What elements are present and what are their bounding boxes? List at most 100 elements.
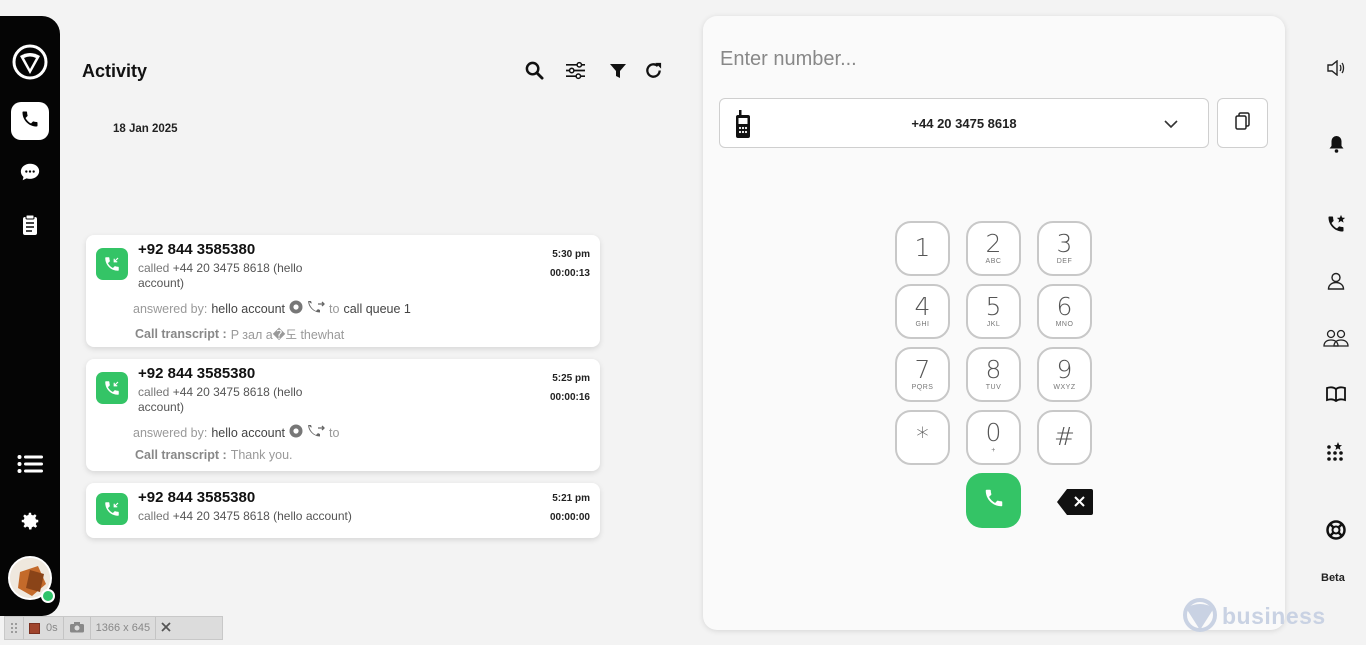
adjust-button[interactable] <box>564 61 586 85</box>
caller-number: +92 844 3585380 <box>138 241 256 258</box>
call-duration: 00:00:13 <box>549 268 590 279</box>
key-6[interactable]: 6 MNO <box>1037 284 1092 339</box>
call-log-item[interactable]: +92 844 3585380 called +44 20 3475 8618 … <box>86 235 600 347</box>
phone-star-icon <box>1326 214 1346 239</box>
date-header: 18 Jan 2025 <box>113 123 178 135</box>
brand-watermark: business <box>1180 598 1326 638</box>
bell-icon <box>1328 135 1345 158</box>
nav-phone-button[interactable] <box>11 102 49 140</box>
call-log-item[interactable]: +92 844 3585380 called +44 20 3475 8618 … <box>86 483 600 538</box>
key-3[interactable]: 3 DEF <box>1037 221 1092 276</box>
key-star[interactable]: * <box>895 410 950 465</box>
key-5[interactable]: 5 JKL <box>966 284 1021 339</box>
stop-icon <box>29 622 40 634</box>
capture-size: 1366 x 645 <box>91 617 157 639</box>
number-input[interactable]: Enter number... <box>720 48 857 71</box>
lifebuoy-icon <box>1326 519 1346 545</box>
call-time: 5:30 pm <box>552 249 590 260</box>
key-1[interactable]: 1 <box>895 221 950 276</box>
chrome-icon <box>289 424 303 441</box>
camera-icon <box>69 621 85 636</box>
favorite-calls-button[interactable] <box>1324 214 1348 238</box>
key-2[interactable]: 2 ABC <box>966 221 1021 276</box>
left-sidebar <box>0 16 60 616</box>
transcript-row: Call transcript : Thank you. <box>135 448 293 462</box>
key-hash[interactable]: # <box>1037 410 1092 465</box>
refresh-button[interactable] <box>642 62 664 84</box>
transfer-call-icon <box>307 300 325 317</box>
volume-button[interactable] <box>1324 58 1348 82</box>
help-button[interactable] <box>1324 519 1348 545</box>
search-button[interactable] <box>523 61 545 85</box>
online-status-badge <box>41 589 55 603</box>
key-9[interactable]: 9 WXYZ <box>1037 347 1092 402</box>
brand-logo-icon <box>1180 598 1220 638</box>
users-icon <box>1323 329 1349 352</box>
refresh-icon <box>644 61 663 85</box>
called-line: called +44 20 3475 8618 (hello account) <box>138 385 303 414</box>
call-time: 5:21 pm <box>552 493 590 504</box>
app-logo-icon[interactable] <box>12 44 48 80</box>
copy-icon <box>1234 111 1251 135</box>
backspace-button[interactable] <box>1056 488 1094 521</box>
transcript-row: Call transcript : P зал a�도 thewhat <box>135 326 345 343</box>
integrations-button[interactable] <box>1324 441 1348 467</box>
answered-by-row: answered by: hello account to <box>133 424 340 441</box>
caller-number: +92 844 3585380 <box>138 489 256 506</box>
drag-handle[interactable] <box>5 617 24 639</box>
team-button[interactable] <box>1323 328 1349 352</box>
close-icon <box>161 621 171 635</box>
gear-icon <box>19 510 41 537</box>
call-time: 5:25 pm <box>552 373 590 384</box>
incoming-call-icon <box>96 493 128 525</box>
book-icon <box>1326 385 1346 407</box>
chrome-icon <box>289 300 303 317</box>
nav-list-button[interactable] <box>11 447 49 485</box>
page-title: Activity <box>82 61 148 81</box>
activity-panel: Activity 18 Jan 2025 +92 844 3585380 cal… <box>60 16 692 616</box>
filter-button[interactable] <box>607 62 629 84</box>
phone-icon <box>983 487 1005 514</box>
incoming-call-icon <box>96 248 128 280</box>
sliders-icon <box>565 61 586 85</box>
chat-icon <box>19 161 41 188</box>
close-recorder-button[interactable] <box>156 617 176 639</box>
key-0[interactable]: 0 + <box>966 410 1021 465</box>
caller-number: +92 844 3585380 <box>138 365 256 382</box>
nav-settings-button[interactable] <box>11 504 49 542</box>
sparkle-dots-icon <box>1326 441 1346 467</box>
chevron-down-icon <box>1164 116 1178 134</box>
call-duration: 00:00:00 <box>549 512 590 523</box>
notifications-button[interactable] <box>1324 134 1348 158</box>
key-8[interactable]: 8 TUV <box>966 347 1021 402</box>
transfer-call-icon <box>307 424 325 441</box>
call-button[interactable] <box>966 473 1021 528</box>
call-log-item[interactable]: +92 844 3585380 called +44 20 3475 8618 … <box>86 359 600 471</box>
screenshot-button[interactable] <box>64 617 91 639</box>
speaker-icon <box>1327 59 1345 81</box>
copy-button[interactable] <box>1217 98 1268 148</box>
call-duration: 00:00:16 <box>549 392 590 403</box>
recorder-toolbar: 0s 1366 x 645 <box>4 616 223 640</box>
called-line: called +44 20 3475 8618 (hello account) <box>138 509 352 523</box>
filter-icon <box>609 62 627 85</box>
nav-chat-button[interactable] <box>11 155 49 193</box>
list-icon <box>17 454 43 479</box>
search-icon <box>525 61 544 85</box>
contact-button[interactable] <box>1324 271 1348 295</box>
nav-notes-button[interactable] <box>11 208 49 246</box>
caller-id-select[interactable]: +44 20 3475 8618 <box>719 98 1209 148</box>
selected-caller-id: +44 20 3475 8618 <box>911 116 1017 131</box>
dialer-panel: Enter number... +44 20 3475 8618 1 2 ABC … <box>703 16 1285 630</box>
backspace-icon <box>1056 489 1094 520</box>
key-4[interactable]: 4 GHI <box>895 284 950 339</box>
stop-record-button[interactable]: 0s <box>24 617 64 639</box>
elapsed-time: 0s <box>46 622 58 634</box>
called-line: called +44 20 3475 8618 (hello account) <box>138 261 303 290</box>
user-icon <box>1327 272 1345 295</box>
incoming-call-icon <box>96 372 128 404</box>
key-7[interactable]: 7 PQRS <box>895 347 950 402</box>
clipboard-icon <box>20 214 40 241</box>
directory-button[interactable] <box>1324 384 1348 408</box>
answered-by-row: answered by: hello account to call queue… <box>133 300 411 317</box>
